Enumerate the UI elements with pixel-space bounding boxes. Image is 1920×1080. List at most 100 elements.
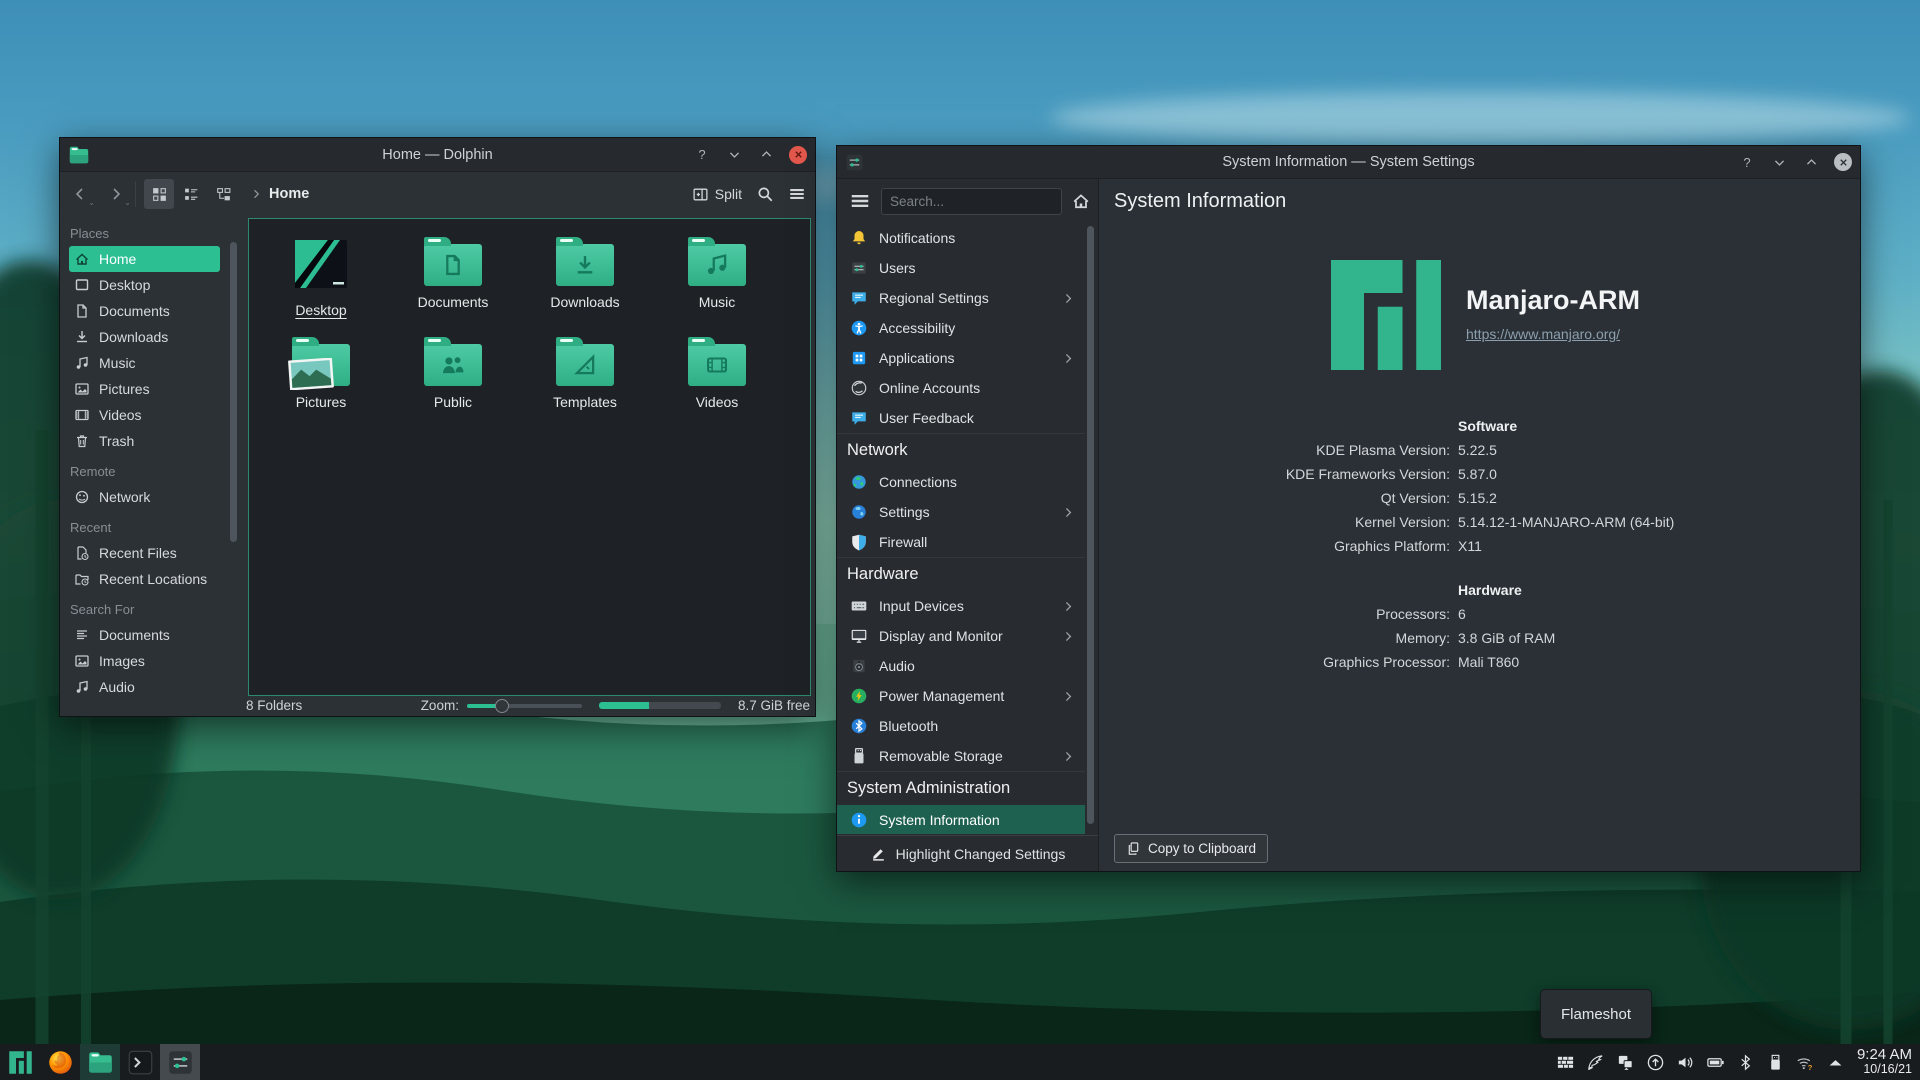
menu-button[interactable] — [788, 185, 806, 203]
folder-clock-icon — [74, 571, 90, 587]
updates-icon[interactable] — [1646, 1053, 1665, 1072]
breadcrumb-home[interactable]: Home — [269, 186, 309, 202]
minimize-button[interactable] — [1770, 153, 1788, 171]
split-button[interactable]: Split — [692, 186, 742, 203]
places-item-desktop[interactable]: Desktop — [69, 272, 220, 298]
folder-item-public[interactable]: Public — [387, 331, 519, 431]
settings-nav-user-feedback[interactable]: User Feedback — [837, 403, 1085, 433]
page-title: System Information — [1099, 179, 1860, 223]
places-item-home[interactable]: Home — [69, 246, 220, 272]
details-view-button[interactable] — [176, 179, 206, 209]
settings-nav-online-accounts[interactable]: Online Accounts — [837, 373, 1085, 403]
taskbar: ? 9:24 AM 10/16/21 — [0, 1044, 1920, 1080]
manjaro-logo — [1320, 249, 1452, 381]
copy-to-clipboard-button[interactable]: Copy to Clipboard — [1114, 834, 1268, 863]
dolphin-titlebar[interactable]: Home — Dolphin ? — [60, 138, 815, 172]
settings-nav-bluetooth[interactable]: Bluetooth — [837, 711, 1085, 741]
settings-nav-input-devices[interactable]: Input Devices — [837, 591, 1085, 621]
settings-nav-firewall[interactable]: Firewall — [837, 527, 1085, 557]
folder-view[interactable]: Desktop Documents Downloads Music Pictur… — [248, 218, 811, 696]
search-button[interactable] — [756, 185, 774, 203]
places-scrollbar[interactable] — [230, 242, 237, 542]
search-input[interactable] — [881, 188, 1062, 215]
settings-nav-accessibility[interactable]: Accessibility — [837, 313, 1085, 343]
forward-button[interactable]: ⌄ — [105, 183, 127, 205]
back-button[interactable]: ⌄ — [69, 183, 91, 205]
places-item-videos[interactable]: Videos — [69, 402, 220, 428]
clock-time: 9:24 AM — [1857, 1047, 1912, 1064]
em-film-icon — [704, 352, 730, 378]
zoom-slider[interactable] — [467, 699, 582, 713]
settings-nav-applications[interactable]: Applications — [837, 343, 1085, 373]
places-item-documents[interactable]: Documents — [69, 298, 220, 324]
taskbar-firefox[interactable] — [40, 1044, 80, 1080]
places-item-documents[interactable]: Documents — [69, 622, 220, 648]
help-button[interactable]: ? — [1738, 153, 1756, 171]
settings-nav-display-and-monitor[interactable]: Display and Monitor — [837, 621, 1085, 651]
settings-titlebar[interactable]: System Information — System Settings ? — [837, 146, 1860, 179]
keyboard-layout-icon[interactable] — [1556, 1053, 1575, 1072]
bluetooth-icon[interactable] — [1736, 1053, 1755, 1072]
places-item-audio[interactable]: Audio — [69, 674, 220, 696]
document-icon — [74, 303, 90, 319]
settings-nav-regional-settings[interactable]: Regional Settings — [837, 283, 1085, 313]
taskbar-dolphin[interactable] — [80, 1044, 120, 1080]
zoom-slider-handle[interactable] — [495, 699, 509, 713]
chat-icon — [850, 409, 868, 427]
battery-icon[interactable] — [1706, 1053, 1725, 1072]
folder-item-videos[interactable]: Videos — [651, 331, 783, 431]
settings-nav-power-management[interactable]: Power Management — [837, 681, 1085, 711]
minimize-button[interactable] — [725, 146, 743, 164]
highlight-changed-settings[interactable]: Highlight Changed Settings — [837, 835, 1098, 871]
home-button[interactable] — [1071, 191, 1091, 211]
folder-item-desktop[interactable]: Desktop — [255, 231, 387, 331]
places-item-music[interactable]: Music — [69, 350, 220, 376]
settings-nav-system-information[interactable]: System Information — [837, 805, 1085, 834]
settings-nav-users[interactable]: Users — [837, 253, 1085, 283]
maximize-button[interactable] — [1802, 153, 1820, 171]
places-item-downloads[interactable]: Downloads — [69, 324, 220, 350]
volume-icon[interactable] — [1676, 1053, 1695, 1072]
clock[interactable]: 9:24 AM 10/16/21 — [1857, 1047, 1912, 1077]
notifier-icon[interactable] — [1616, 1053, 1635, 1072]
doc-lines-icon — [74, 627, 90, 643]
places-item-network[interactable]: Network — [69, 484, 220, 510]
settings-nav-removable-storage[interactable]: Removable Storage — [837, 741, 1085, 771]
folder-item-music[interactable]: Music — [651, 231, 783, 331]
distro-website-link[interactable]: https://www.manjaro.org/ — [1466, 326, 1620, 342]
em-document-icon — [440, 252, 466, 278]
places-item-recent-files[interactable]: Recent Files — [69, 540, 220, 566]
close-button[interactable] — [789, 146, 807, 164]
folder-item-downloads[interactable]: Downloads — [519, 231, 651, 331]
taskbar-konsole[interactable] — [120, 1044, 160, 1080]
bluetooth-blue-icon — [850, 717, 868, 735]
breadcrumb[interactable]: Home — [250, 186, 309, 202]
taskbar-system-settings[interactable] — [160, 1044, 200, 1080]
settings-nav-notifications[interactable]: Notifications — [837, 223, 1085, 253]
taskbar-app-launcher[interactable] — [0, 1044, 40, 1080]
expand-tray-icon[interactable] — [1826, 1053, 1845, 1072]
places-item-pictures[interactable]: Pictures — [69, 376, 220, 402]
help-button[interactable]: ? — [693, 146, 711, 164]
nav-scrollbar[interactable] — [1087, 226, 1094, 824]
menu-button[interactable] — [849, 190, 871, 212]
settings-nav-settings[interactable]: Settings — [837, 497, 1085, 527]
icons-view-button[interactable] — [144, 179, 174, 209]
folder-item-documents[interactable]: Documents — [387, 231, 519, 331]
tree-view-button[interactable] — [208, 179, 238, 209]
removable-media-icon[interactable] — [1766, 1053, 1785, 1072]
places-item-images[interactable]: Images — [69, 648, 220, 674]
places-item-trash[interactable]: Trash — [69, 428, 220, 454]
folder-item-pictures[interactable]: Pictures — [255, 331, 387, 431]
maximize-button[interactable] — [757, 146, 775, 164]
folder-item-templates[interactable]: Templates — [519, 331, 651, 431]
close-button[interactable] — [1834, 153, 1852, 171]
places-item-recent-locations[interactable]: Recent Locations — [69, 566, 220, 592]
flameshot-icon[interactable] — [1586, 1053, 1605, 1072]
settings-nav-audio[interactable]: Audio — [837, 651, 1085, 681]
dolphin-body: Places Home Desktop Documents Downloads … — [60, 216, 815, 696]
info-row-kernel-version: Kernel Version: 5.14.12-1-MANJARO-ARM (6… — [1099, 510, 1850, 534]
settings-nav-section-header: System Administration — [837, 771, 1085, 805]
settings-nav-connections[interactable]: Connections — [837, 467, 1085, 497]
network-wifi-icon[interactable]: ? — [1796, 1053, 1815, 1072]
